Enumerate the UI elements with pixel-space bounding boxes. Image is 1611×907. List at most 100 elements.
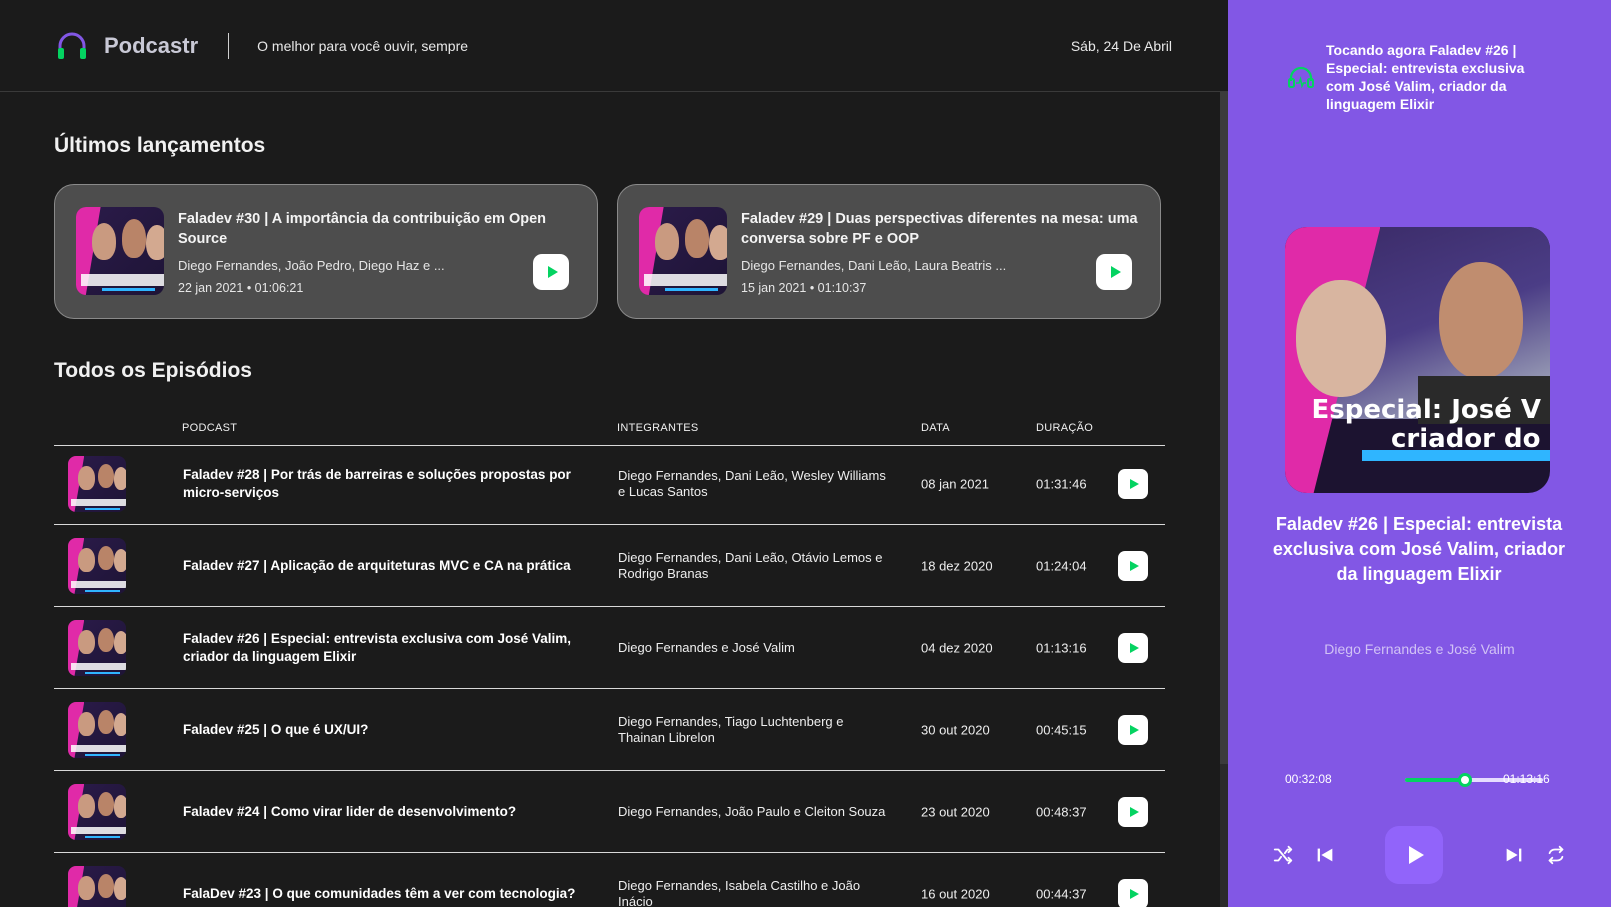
episode-date: 04 dez 2020 — [921, 640, 993, 655]
card-members: Diego Fernandes, Dani Leão, Laura Beatri… — [741, 258, 1007, 273]
skip-next-icon — [1506, 848, 1522, 862]
play-button[interactable] — [1118, 796, 1148, 827]
episode-duration: 00:44:37 — [1036, 886, 1087, 901]
table-row: Faladev #28 | Por trás de barreiras e so… — [54, 443, 1165, 525]
episode-duration: 01:31:46 — [1036, 476, 1087, 491]
card-meta: 15 jan 2021 • 01:10:37 — [741, 281, 867, 295]
episode-duration: 01:13:16 — [1036, 640, 1087, 655]
episode-thumbnail — [68, 866, 126, 907]
episode-title[interactable]: Faladev #27 | Aplicação de arquiteturas … — [183, 557, 583, 575]
episode-duration: 00:48:37 — [1036, 804, 1087, 819]
player-episode-members: Diego Fernandes e José Valim — [1324, 641, 1515, 657]
episode-cover: Especial: José V criador do — [1285, 227, 1550, 493]
card-title[interactable]: Faladev #30 | A importância da contribui… — [178, 209, 578, 249]
card-duration: 01:10:37 — [817, 281, 867, 295]
shuffle-icon — [1273, 845, 1293, 865]
progress-knob[interactable] — [1458, 773, 1473, 787]
cover-caption: criador do — [1391, 423, 1541, 454]
play-button[interactable] — [1118, 878, 1148, 907]
episode-thumbnail — [68, 784, 126, 840]
latest-title: Últimos lançamentos — [54, 134, 266, 157]
episode-title[interactable]: Faladev #25 | O que é UX/UI? — [183, 721, 583, 739]
episode-date: 16 out 2020 — [921, 886, 990, 901]
table-row: FalaDev #23 | O que comunidades têm a ve… — [54, 853, 1165, 907]
latest-card[interactable]: Faladev #30 | A importância da contribui… — [54, 184, 598, 319]
header-divider — [228, 32, 230, 59]
now-playing-text: Tocando agora Faladev #26 | Especial: en… — [1326, 42, 1525, 112]
play-button[interactable] — [1118, 714, 1148, 745]
player-episode-title: Faladev #26 | Especial: entrevista exclu… — [1272, 514, 1566, 584]
episode-thumbnail — [68, 702, 126, 758]
now-playing: Tocando agora Faladev #26 | Especial: en… — [1286, 41, 1548, 113]
logo-text: Podcastr — [104, 32, 199, 58]
play-button[interactable] — [533, 254, 569, 290]
play-icon — [547, 266, 558, 278]
episode-date: 08 jan 2021 — [921, 476, 989, 491]
headphones-icon — [1288, 66, 1314, 89]
card-meta: 22 jan 2021 • 01:06:21 — [178, 281, 304, 295]
latest-card[interactable]: Faladev #29 | Duas perspectivas diferent… — [617, 184, 1161, 319]
table-row: Faladev #27 | Aplicação de arquiteturas … — [54, 525, 1165, 607]
episode-title[interactable]: FalaDev #23 | O que comunidades têm a ve… — [183, 885, 583, 903]
current-time: 00:32:08 — [1285, 772, 1332, 786]
shuffle-button[interactable] — [1268, 840, 1298, 870]
episode-title[interactable]: Faladev #24 | Como virar lider de desenv… — [183, 803, 583, 821]
episode-title[interactable]: Faladev #28 | Por trás de barreiras e so… — [183, 466, 583, 502]
play-button[interactable] — [1118, 632, 1148, 663]
play-icon — [1129, 724, 1139, 735]
main-content: Podcastr O melhor para você ouvir, sempr… — [0, 0, 1228, 907]
column-podcast: PODCAST — [182, 422, 238, 434]
episode-duration: 00:45:15 — [1036, 722, 1087, 737]
episode-title[interactable]: Faladev #26 | Especial: entrevista exclu… — [183, 630, 583, 666]
next-button[interactable] — [1499, 840, 1529, 870]
repeat-button[interactable] — [1541, 840, 1571, 870]
play-button[interactable] — [1118, 550, 1148, 581]
episode-members: Diego Fernandes, Tiago Luchtenberg e Tha… — [618, 713, 844, 745]
player-panel: Tocando agora Faladev #26 | Especial: en… — [1228, 0, 1611, 907]
episode-thumbnail — [68, 538, 126, 594]
play-icon — [1408, 846, 1424, 864]
episode-members: Diego Fernandes, Isabela Castilho e João… — [618, 877, 861, 907]
table-row: Faladev #25 | O que é UX/UI? Diego Ferna… — [54, 689, 1165, 771]
episode-thumbnail — [68, 456, 126, 512]
column-date: DATA — [921, 422, 950, 434]
play-icon — [1110, 266, 1121, 278]
scrollbar-thumb[interactable] — [1220, 92, 1228, 764]
table-row: Faladev #24 | Como virar lider de desenv… — [54, 771, 1165, 853]
top-header: Podcastr O melhor para você ouvir, sempr… — [0, 0, 1228, 92]
scrollbar[interactable] — [1220, 92, 1228, 907]
card-date: 22 jan 2021 — [178, 281, 244, 295]
episode-members: Diego Fernandes e José Valim — [618, 639, 795, 655]
episode-date: 23 out 2020 — [921, 804, 990, 819]
current-date: Sáb, 24 De Abril — [1070, 37, 1172, 54]
column-members: INTEGRANTES — [617, 422, 699, 434]
card-date: 15 jan 2021 — [741, 281, 807, 295]
play-icon — [1129, 888, 1139, 899]
episode-members: Diego Fernandes, João Paulo e Cleiton So… — [618, 803, 886, 819]
play-pause-button[interactable] — [1385, 826, 1443, 884]
episode-duration: 01:24:04 — [1036, 558, 1087, 573]
headphones-icon — [58, 32, 86, 59]
card-title[interactable]: Faladev #29 | Duas perspectivas diferent… — [741, 209, 1141, 249]
all-episodes-title: Todos os Episódios — [54, 359, 252, 382]
logo[interactable]: Podcastr — [54, 28, 198, 64]
episode-members: Diego Fernandes, Dani Leão, Wesley Willi… — [618, 467, 886, 499]
card-members: Diego Fernandes, João Pedro, Diego Haz e… — [178, 258, 445, 273]
total-time: 01:13:16 — [1503, 772, 1550, 786]
episode-thumbnail — [68, 620, 126, 676]
play-icon — [1129, 560, 1139, 571]
card-duration: 01:06:21 — [254, 281, 304, 295]
tagline: O melhor para você ouvir, sempre — [257, 37, 469, 54]
episode-thumbnail — [76, 207, 164, 295]
play-button[interactable] — [1096, 254, 1132, 290]
play-icon — [1129, 642, 1139, 653]
episode-thumbnail — [639, 207, 727, 295]
table-row: Faladev #26 | Especial: entrevista exclu… — [54, 607, 1165, 689]
play-icon — [1129, 478, 1139, 489]
repeat-icon — [1548, 845, 1564, 865]
previous-button[interactable] — [1310, 840, 1340, 870]
play-button[interactable] — [1118, 468, 1148, 499]
episode-date: 18 dez 2020 — [921, 558, 993, 573]
cover-caption: Especial: José V — [1311, 394, 1542, 425]
skip-previous-icon — [1317, 848, 1333, 862]
